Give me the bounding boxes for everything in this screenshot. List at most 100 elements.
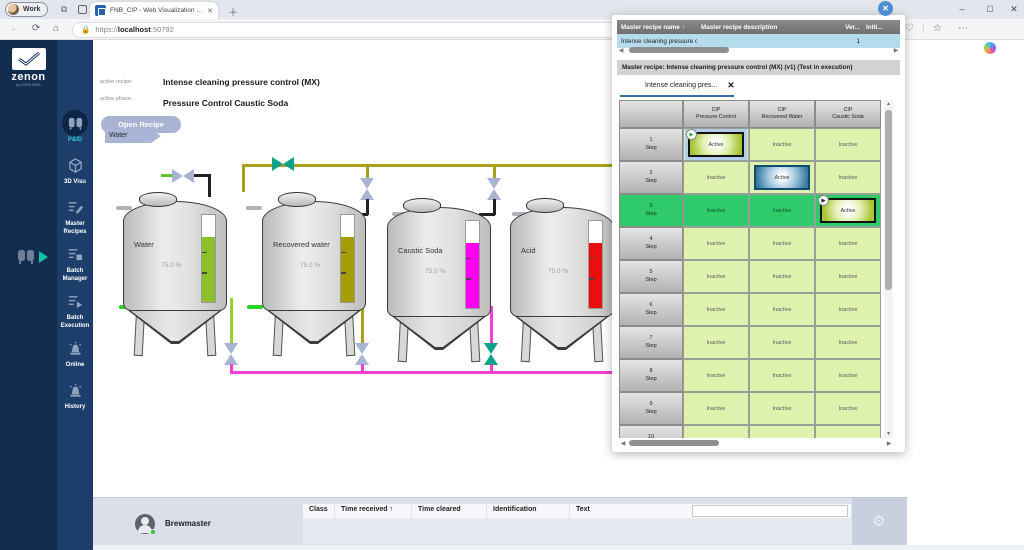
window-minimize-button[interactable]: – bbox=[948, 0, 976, 18]
step-label-cell[interactable]: 5 Step bbox=[619, 260, 683, 293]
settings-ellipsis-icon[interactable]: ⋯ bbox=[958, 23, 968, 34]
refresh-icon[interactable]: ⟳ bbox=[32, 23, 40, 34]
alarm-column-identification[interactable]: Identification bbox=[487, 504, 570, 518]
phase-cell-inactive[interactable]: Inactive bbox=[749, 425, 815, 438]
phase-cell-inactive[interactable]: Inactive bbox=[683, 260, 749, 293]
phase-cell-inactive[interactable]: Inactive bbox=[683, 161, 749, 194]
step-label-cell[interactable]: 9 Step bbox=[619, 392, 683, 425]
recipe-tab[interactable]: Intense cleaning pres... ✕ bbox=[645, 80, 735, 91]
scroll-right-icon[interactable]: ▶ bbox=[885, 440, 893, 447]
window-close-button[interactable]: ✕ bbox=[1000, 0, 1024, 18]
scroll-left-icon[interactable]: ◀ bbox=[619, 440, 627, 447]
phase-cell-inactive[interactable]: Inactive bbox=[815, 128, 881, 161]
alarm-column-time-cleared[interactable]: Time cleared bbox=[412, 504, 487, 518]
recipe-table-hscrollbar[interactable]: ◀ ▶ bbox=[617, 45, 900, 55]
recipe-tab-bar: Intense cleaning pres... ✕ bbox=[617, 75, 900, 97]
phase-cell-inactive[interactable]: Inactive bbox=[815, 326, 881, 359]
sidebar-item-batch-execution[interactable]: Batch Execution bbox=[57, 288, 93, 330]
scroll-up-icon[interactable]: ▲ bbox=[884, 101, 893, 107]
column-initial[interactable]: Initi... bbox=[863, 24, 890, 31]
phase-cell-inactive[interactable]: Inactive bbox=[815, 293, 881, 326]
phase-cell-inactive[interactable]: Inactive bbox=[749, 227, 815, 260]
valve-closed-icon[interactable] bbox=[487, 178, 501, 200]
step-label-cell[interactable]: 2 Step bbox=[619, 161, 683, 194]
unit-column-header[interactable]: CIP Pressure Control bbox=[683, 100, 749, 128]
favorites-icon[interactable]: ☆ bbox=[933, 23, 942, 34]
step-label-cell[interactable]: 8 Step bbox=[619, 359, 683, 392]
tank-water[interactable]: Water 75.0 % bbox=[123, 192, 227, 360]
step-grid-vscrollbar[interactable]: ▲ ▼ bbox=[884, 100, 893, 438]
sidebar-item-online[interactable]: Online bbox=[57, 335, 93, 372]
copilot-icon[interactable] bbox=[984, 42, 996, 54]
phase-cell-inactive[interactable]: Inactive bbox=[683, 425, 749, 438]
play-badge-icon: ▶ bbox=[818, 195, 829, 206]
sidebar-item-pid[interactable]: P&ID bbox=[57, 110, 93, 147]
panel-expand-toggle[interactable] bbox=[16, 248, 48, 266]
sidebar-item-master-recipes[interactable]: Master Recipes bbox=[57, 194, 93, 236]
alarm-table-header: ClassTime received ↑Time clearedIdentifi… bbox=[303, 504, 852, 518]
valve-open-icon[interactable] bbox=[272, 157, 294, 171]
home-icon[interactable]: ⌂ bbox=[53, 23, 59, 34]
phase-cell-inactive[interactable]: Inactive bbox=[749, 326, 815, 359]
unit-column-header[interactable]: CIP Caustic Soda bbox=[815, 100, 881, 128]
phase-cell-inactive[interactable]: Inactive bbox=[683, 293, 749, 326]
phase-cell-inactive[interactable]: Inactive bbox=[749, 128, 815, 161]
column-version[interactable]: Ver... bbox=[835, 24, 863, 31]
unit-column-header[interactable]: CIP Recovered Water bbox=[749, 100, 815, 128]
browser-essentials-icon[interactable]: ♡ bbox=[905, 23, 914, 34]
phase-cell-inactive[interactable]: Inactive bbox=[749, 392, 815, 425]
phase-cell-inactive[interactable]: Inactive bbox=[683, 194, 749, 227]
tank-acid[interactable]: Acid 75.0 % bbox=[510, 198, 614, 366]
workspaces-icon[interactable]: ⧉ bbox=[58, 3, 70, 15]
scroll-down-icon[interactable]: ▼ bbox=[884, 431, 893, 437]
alarm-filter-input[interactable] bbox=[692, 505, 848, 517]
tab-close-icon[interactable]: ✕ bbox=[727, 80, 734, 91]
tank-recovered-water[interactable]: Recovered water 75.0 % bbox=[262, 192, 366, 360]
phase-cell-active[interactable]: Active▶ bbox=[683, 128, 749, 161]
alarm-column-time-received[interactable]: Time received ↑ bbox=[335, 504, 412, 518]
phase-cell-inactive[interactable]: Inactive bbox=[749, 194, 815, 227]
step-label-cell[interactable]: 10 Step bbox=[619, 425, 683, 438]
phase-cell-inactive[interactable]: Inactive bbox=[815, 227, 881, 260]
phase-cell-inactive[interactable]: Inactive bbox=[815, 425, 881, 438]
column-master-recipe-description[interactable]: Master recipe description bbox=[697, 24, 835, 31]
panel-close-button[interactable]: ✕ bbox=[878, 1, 893, 16]
sidebar-item-3d-visu[interactable]: 3D Visu bbox=[57, 152, 93, 189]
sidebar-item-batch-manager[interactable]: Batch Manager bbox=[57, 241, 93, 283]
phase-cell-inactive[interactable]: Inactive bbox=[683, 359, 749, 392]
phase-cell-inactive[interactable]: Inactive bbox=[749, 293, 815, 326]
scroll-left-icon[interactable]: ◀ bbox=[617, 47, 625, 54]
user-avatar[interactable] bbox=[135, 514, 155, 534]
phase-cell-active[interactable]: Active bbox=[749, 161, 815, 194]
valve-closed-icon[interactable] bbox=[172, 169, 194, 183]
scroll-right-icon[interactable]: ▶ bbox=[892, 47, 900, 54]
sidebar-item-history[interactable]: History bbox=[57, 377, 93, 414]
new-tab-button[interactable]: ＋ bbox=[228, 4, 238, 19]
step-label-cell[interactable]: 6 Step bbox=[619, 293, 683, 326]
step-label-cell[interactable]: 4 Step bbox=[619, 227, 683, 260]
phase-cell-inactive[interactable]: Inactive bbox=[749, 260, 815, 293]
phase-cell-inactive[interactable]: Inactive bbox=[683, 326, 749, 359]
step-label-cell[interactable]: 1 Step bbox=[619, 128, 683, 161]
browser-tab[interactable]: FNB_CIP - Web Visualization Serv ✕ bbox=[90, 2, 218, 19]
tab-actions-icon[interactable] bbox=[78, 5, 87, 14]
phase-cell-inactive[interactable]: Inactive bbox=[815, 260, 881, 293]
phase-cell-active[interactable]: Active▶ bbox=[815, 194, 881, 227]
tab-close-icon[interactable]: ✕ bbox=[207, 7, 213, 15]
column-master-recipe-name[interactable]: Master recipe name ↑ bbox=[617, 24, 697, 31]
step-label-cell[interactable]: 3 Step bbox=[619, 194, 683, 227]
alarm-table-body[interactable] bbox=[303, 518, 852, 544]
alarm-column-class[interactable]: Class bbox=[303, 504, 335, 518]
phase-cell-inactive[interactable]: Inactive bbox=[683, 392, 749, 425]
phase-cell-inactive[interactable]: Inactive bbox=[749, 359, 815, 392]
step-grid-hscrollbar[interactable]: ◀ ▶ bbox=[619, 438, 893, 448]
phase-cell-inactive[interactable]: Inactive bbox=[815, 161, 881, 194]
back-icon[interactable]: ← bbox=[10, 23, 20, 34]
step-label-cell[interactable]: 7 Step bbox=[619, 326, 683, 359]
phase-cell-inactive[interactable]: Inactive bbox=[683, 227, 749, 260]
phase-cell-inactive[interactable]: Inactive bbox=[815, 392, 881, 425]
tank-caustic-soda[interactable]: Caustic Soda 75.0 % bbox=[387, 198, 491, 366]
browser-profile-button[interactable]: Work bbox=[5, 2, 48, 17]
gear-icon[interactable]: ⚙ bbox=[870, 513, 888, 531]
phase-cell-inactive[interactable]: Inactive bbox=[815, 359, 881, 392]
